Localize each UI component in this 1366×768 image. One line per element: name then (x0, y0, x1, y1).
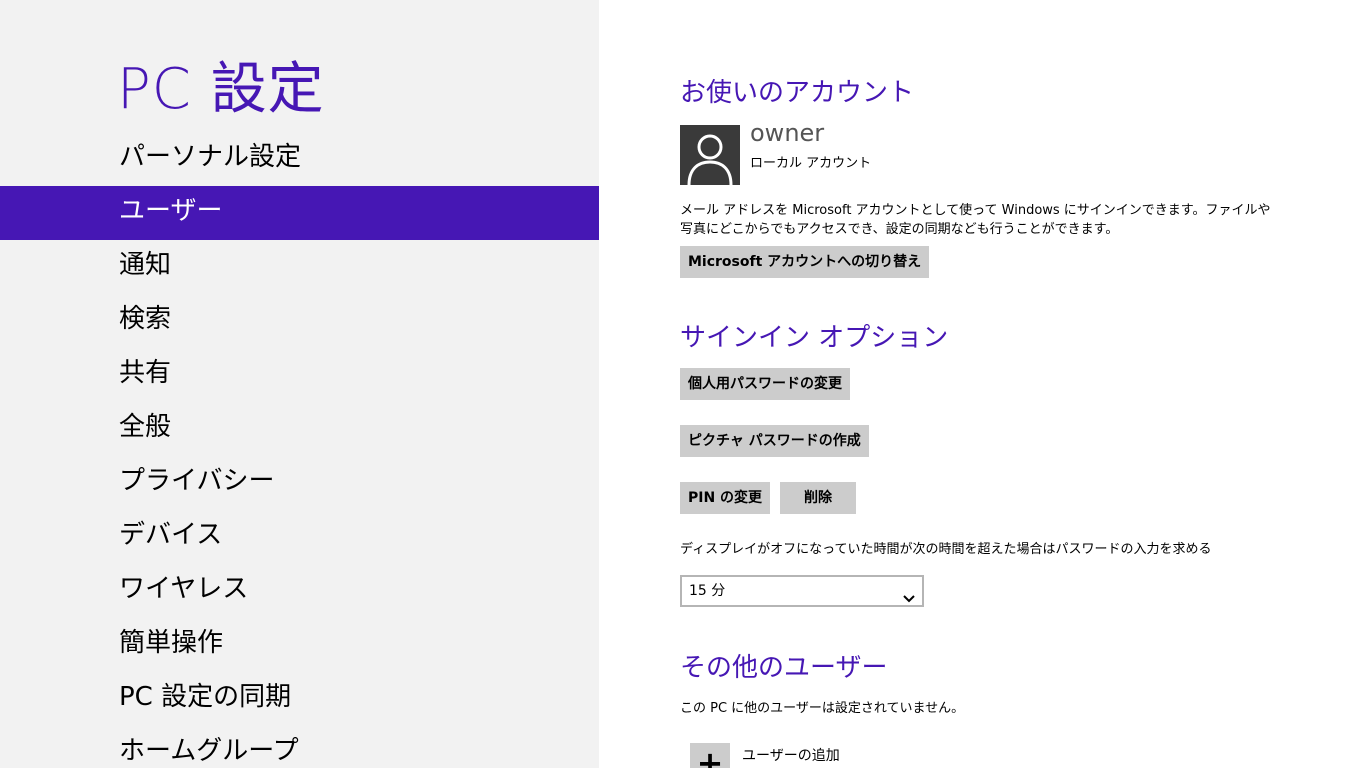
add-user-label[interactable]: ユーザーの追加 (742, 745, 840, 765)
sidebar-item-privacy[interactable]: プライバシー (0, 456, 599, 510)
sidebar-item-share[interactable]: 共有 (0, 348, 599, 402)
sidebar-item-homegroup[interactable]: ホームグループ (0, 726, 599, 768)
nav-list: パーソナル設定 ユーザー 通知 検索 共有 全般 プライバシー デバイス ワイヤ… (0, 132, 599, 768)
sidebar-item-notifications[interactable]: 通知 (0, 240, 599, 294)
sidebar-item-users[interactable]: ユーザー (0, 186, 599, 240)
signin-options-heading: サインイン オプション (680, 323, 949, 353)
account-name: owner (750, 119, 825, 147)
user-silhouette-icon (680, 125, 740, 185)
change-password-button[interactable]: 個人用パスワードの変更 (680, 368, 850, 400)
sidebar-item-sync-settings[interactable]: PC 設定の同期 (0, 672, 599, 726)
add-user-button[interactable]: + (690, 743, 730, 768)
password-timeout-value: 15 分 (689, 583, 726, 599)
account-description: メール アドレスを Microsoft アカウントとして使って Windows … (680, 203, 1271, 237)
sidebar-item-personalize[interactable]: パーソナル設定 (0, 132, 599, 186)
sidebar: PC 設定 パーソナル設定 ユーザー 通知 検索 共有 全般 プライバシー デバ… (0, 0, 599, 768)
account-card: owner ローカル アカウント (680, 119, 1080, 185)
sidebar-item-devices[interactable]: デバイス (0, 510, 599, 564)
password-timeout-select[interactable]: 15 分 (680, 575, 924, 607)
delete-pin-button[interactable]: 削除 (780, 482, 856, 514)
main-content: お使いのアカウント owner ローカル アカウント メール アドレスを Mic… (680, 0, 1340, 768)
password-timeout-label: ディスプレイがオフになっていた時間が次の時間を超えた場合はパスワードの入力を求め… (680, 542, 1212, 557)
sidebar-item-wireless[interactable]: ワイヤレス (0, 564, 599, 618)
chevron-down-icon (903, 586, 915, 603)
change-pin-button[interactable]: PIN の変更 (680, 482, 771, 514)
page-title: PC 設定 (117, 57, 325, 122)
account-type: ローカル アカウント (750, 156, 872, 171)
no-other-users-text: この PC に他のユーザーは設定されていません。 (680, 701, 965, 716)
sidebar-item-general[interactable]: 全般 (0, 402, 599, 456)
plus-icon: + (696, 744, 724, 768)
sidebar-item-search[interactable]: 検索 (0, 294, 599, 348)
switch-to-microsoft-account-button[interactable]: Microsoft アカウントへの切り替え (680, 246, 930, 278)
other-users-heading: その他のユーザー (680, 653, 888, 683)
sidebar-item-ease-of-access[interactable]: 簡単操作 (0, 618, 599, 672)
account-heading: お使いのアカウント (680, 78, 915, 108)
create-picture-password-button[interactable]: ピクチャ パスワードの作成 (680, 425, 869, 457)
